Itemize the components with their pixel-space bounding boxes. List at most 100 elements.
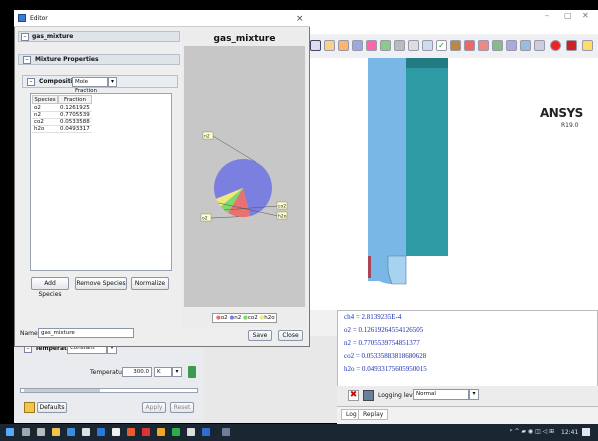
maximize-button[interactable]: ▢ (564, 11, 572, 20)
collapse-mixture-icon[interactable]: – (23, 56, 31, 64)
legend-items: ●o2 ●n2 ●co2 ●h2o (216, 315, 275, 321)
chevron-down-icon[interactable]: ▾ (108, 77, 117, 87)
toolbar-bookmark-icon[interactable] (450, 40, 461, 51)
collapse-composition-icon[interactable]: – (27, 78, 35, 86)
defaults-button[interactable]: Defaults (37, 402, 67, 413)
start-icon[interactable] (6, 428, 14, 436)
console-line: ch4 = 2.8139235E-4 (344, 313, 402, 321)
remove-species-button[interactable]: Remove Species (75, 277, 127, 290)
console-line: co2 = 0.05335883818680628 (344, 352, 427, 360)
notifications-icon[interactable] (582, 428, 590, 436)
table-cell-fraction[interactable]: 0.1261925 (58, 105, 92, 112)
mesh-geometry (368, 58, 448, 285)
logging-level-select[interactable]: Normal (413, 389, 469, 400)
tab-replay[interactable]: Replay (358, 409, 389, 420)
toolbar-stop-icon[interactable] (566, 40, 577, 51)
pie-label-h2o: h2o (278, 214, 287, 220)
toolbar-record-icon[interactable] (550, 40, 561, 51)
chevron-down-icon[interactable]: ▾ (172, 367, 182, 377)
toolbar-fit-icon[interactable] (380, 40, 391, 51)
minimize-button[interactable]: – (545, 11, 549, 20)
store-icon[interactable] (82, 428, 90, 436)
console-line: n2 = 0.7705539754851377 (344, 339, 420, 347)
toolbar-zoom-icon[interactable] (324, 40, 335, 51)
ansys-version: R19.0 (561, 122, 579, 129)
scrollbar-thumb[interactable] (24, 389, 100, 392)
legend-item-h2o: ●h2o (259, 315, 275, 321)
search-icon[interactable] (22, 428, 30, 436)
table-cell-species[interactable]: o2 (32, 105, 58, 112)
toolbar-grid-icon[interactable] (464, 40, 475, 51)
toolbar-axis-icon[interactable] (422, 40, 433, 51)
ansys-logo: ANSYS (540, 106, 583, 120)
table-header-species: Species (32, 95, 58, 104)
app-icon[interactable] (202, 428, 210, 436)
toolbar-edit-icon[interactable] (582, 40, 593, 51)
app-icon[interactable] (187, 428, 195, 436)
defaults-icon[interactable] (24, 402, 35, 413)
toolbar-camera-icon[interactable] (520, 40, 531, 51)
close-icon[interactable]: × (296, 14, 304, 24)
reset-button[interactable]: Reset (170, 402, 194, 413)
table-header-fraction: Fraction (58, 95, 92, 104)
file-explorer-icon[interactable] (52, 428, 60, 436)
table-cell-fraction[interactable]: 0.0493317 (58, 126, 92, 133)
edge-icon[interactable] (67, 428, 75, 436)
toolbar-chart-icon[interactable] (506, 40, 517, 51)
console-line: o2 = 0.12619264554126505 (344, 326, 424, 334)
name-input[interactable]: gas_mixture (38, 328, 134, 338)
normalize-button[interactable]: Normalize (131, 277, 169, 290)
pie-leader-line (210, 216, 239, 219)
app-icon[interactable] (127, 428, 135, 436)
pie-label-o2: o2 (202, 216, 208, 222)
toolbar-triangle-icon[interactable] (408, 40, 419, 51)
parameter-icon[interactable] (188, 366, 196, 378)
table-cell-species[interactable]: co2 (32, 119, 58, 126)
toolbar-display-icon[interactable] (478, 40, 489, 51)
chart-title: gas_mixture (213, 34, 276, 44)
save-button[interactable]: Save (248, 330, 272, 341)
editor-app-icon (18, 14, 26, 22)
chevron-down-icon[interactable]: ▾ (469, 389, 479, 400)
temperature-unit-select[interactable]: K (154, 367, 172, 377)
pie-label-n2: n2 (204, 134, 210, 140)
table-cell-fraction[interactable]: 0.0533588 (58, 119, 92, 126)
taskbar-clock[interactable]: 12:41 (561, 429, 578, 436)
temperature-input[interactable]: 300.0 (122, 367, 152, 377)
mail-icon[interactable] (97, 428, 105, 436)
table-cell-species[interactable]: h2o (32, 126, 58, 133)
toolbar-view-icon[interactable] (394, 40, 405, 51)
pie-leader-line (212, 135, 257, 163)
toolbar-probe-icon[interactable] (366, 40, 377, 51)
apply-button[interactable]: Apply (142, 402, 166, 413)
clear-console-icon[interactable]: ✖ (348, 390, 359, 401)
toolbar-rotate-icon[interactable] (352, 40, 363, 51)
table-cell-species[interactable]: n2 (32, 112, 58, 119)
save-log-icon[interactable] (363, 390, 374, 401)
toolbar-layout-icon[interactable] (534, 40, 545, 51)
app-icon[interactable] (172, 428, 180, 436)
composition-select[interactable]: Mole Fraction (72, 77, 108, 94)
add-species-button[interactable]: Add Species (31, 277, 69, 298)
toolbar-lights-icon[interactable] (492, 40, 503, 51)
console-panel[interactable] (337, 310, 598, 392)
toolbar-scale-icon[interactable] (310, 40, 321, 51)
close-button[interactable]: Close (278, 330, 303, 341)
pie-label-co2: co2 (278, 204, 286, 210)
app-icon[interactable] (112, 428, 120, 436)
close-window-button[interactable]: ✕ (582, 11, 589, 20)
legend-item-o2: ●o2 (216, 315, 228, 321)
app-icon[interactable] (142, 428, 150, 436)
panel-divider-area (204, 336, 337, 423)
toolbar-check-icon[interactable]: ✓ (436, 40, 447, 51)
mixture-properties-label: Mixture Properties (35, 56, 99, 63)
editor-titlebar (14, 11, 310, 27)
collapse-material-icon[interactable]: – (21, 33, 29, 41)
table-cell-fraction[interactable]: 0.7705539 (58, 112, 92, 119)
toolbar-pan-icon[interactable] (338, 40, 349, 51)
app-icon[interactable] (222, 428, 230, 436)
legend-item-n2: ●n2 (229, 315, 242, 321)
system-tray-icons[interactable]: ᵖ ^ ▰ ◉ ◫ ◁ ⊞ (510, 428, 554, 435)
app-icon[interactable] (157, 428, 165, 436)
task-view-icon[interactable] (37, 428, 45, 436)
